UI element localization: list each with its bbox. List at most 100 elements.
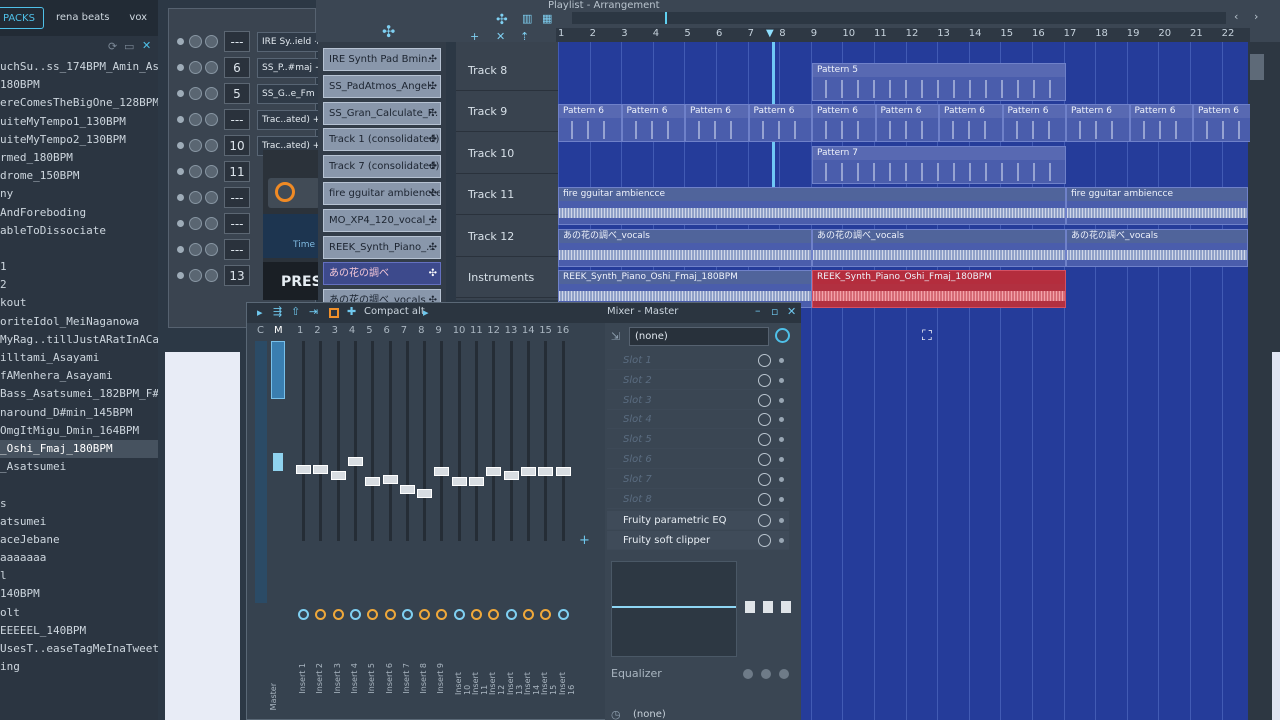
insert-pan-knob[interactable] [349,609,361,620]
browser-item[interactable]: MyRag..tillJustARatInACage_Asayami [0,331,158,349]
channel-led[interactable] [177,90,184,97]
tab-vox[interactable]: vox [121,7,155,29]
browser-item[interactable]: ny [0,185,158,203]
browser-item[interactable]: aaaaaaa [0,549,158,567]
mixer-insert-strip[interactable]: 11 Insert 11 [468,323,489,695]
mixer-insert-strip[interactable]: 5 Insert 5 [364,323,381,695]
track-header[interactable]: Instruments [456,257,558,298]
eq-fader-high[interactable] [781,601,791,613]
browser-item[interactable]: ableToDissociate [0,222,158,240]
browser-item[interactable] [0,476,158,494]
browser-item[interactable]: 2 [0,276,158,294]
scroll-left-icon[interactable]: ‹ [1234,10,1238,23]
mixer-insert-strip[interactable]: 10 Insert 10 [451,323,472,695]
mixer-track-number[interactable]: --- [224,31,250,52]
playlist-clip[interactable]: Pattern 6 [939,104,1003,142]
master-fader[interactable] [273,453,283,471]
browser-item[interactable]: s [0,495,158,513]
slot-enable-led[interactable] [779,377,784,383]
insert-fader[interactable] [382,475,398,484]
browser-item[interactable]: uiteMyTempo2_130BPM [0,131,158,149]
browser-item[interactable]: OmgItMigu_Dmin_164BPM [0,422,158,440]
insert-fader[interactable] [365,477,381,486]
insert-pan-knob[interactable] [453,609,465,620]
slot-mix-knob[interactable] [758,373,771,387]
timing-icon[interactable] [775,328,790,343]
pan-knob[interactable] [189,269,202,282]
playlist-clip[interactable]: Pattern 6 [1066,104,1130,142]
browser-item[interactable]: rmed_180BPM [0,149,158,167]
insert-fader[interactable] [555,467,571,476]
browser-item[interactable]: _Asatsumei [0,458,158,476]
playlist-clip[interactable]: Pattern 5 [812,63,1066,101]
channel-name-button[interactable]: Trac..ated) + [257,110,319,130]
insert-fader[interactable] [503,471,519,480]
channel-led[interactable] [177,142,184,149]
browser-item[interactable]: 180BPM [0,76,158,94]
playlist-clip[interactable]: Pattern 6 [875,104,939,142]
insert-pan-knob[interactable] [522,609,534,620]
playhead-marker-icon[interactable]: ▼ [766,28,774,39]
mixer-track-number[interactable]: 11 [224,161,250,182]
eq-graph[interactable] [611,561,737,657]
channel-row[interactable]: --- Trac..ated) + [169,107,319,133]
track-header[interactable]: Track 8 [456,50,558,91]
channel-led[interactable] [177,272,184,279]
effect-slot[interactable]: Slot 1 [607,351,789,370]
effect-slot[interactable]: Slot 8 [607,490,789,509]
paint-icon[interactable]: ▥ [522,12,532,25]
channel-led[interactable] [177,38,184,45]
slot-mix-knob[interactable] [758,413,771,427]
channel-name-button[interactable]: SS_P..#maj + [257,58,319,78]
playlist-clip[interactable]: あの花の調べ_vocals [1066,229,1248,267]
slot-mix-knob[interactable] [758,472,771,486]
insert-fader[interactable] [399,485,415,494]
layout-icon[interactable] [329,308,339,318]
send-icon[interactable]: ⇥ [309,305,318,318]
pan-knob[interactable] [189,243,202,256]
overview-scrollbar[interactable] [572,12,1226,24]
channel-row[interactable]: 5 SS_G..e_Fm + [169,81,319,107]
volume-knob[interactable] [205,243,218,256]
insert-fader[interactable] [330,471,346,480]
insert-pan-knob[interactable] [557,609,569,620]
channel-led[interactable] [177,194,184,201]
insert-fader[interactable] [417,489,433,498]
power-icon[interactable] [275,182,295,202]
insert-fader[interactable] [313,465,329,474]
browser-item[interactable]: olt [0,604,158,622]
mixer-insert-strip[interactable]: 1 Insert 1 [295,323,312,695]
mixer-track-number[interactable]: --- [224,109,250,130]
insert-pan-knob[interactable] [540,609,552,620]
slot-enable-led[interactable] [779,358,784,363]
insert-pan-knob[interactable] [384,609,396,620]
pan-knob[interactable] [189,35,202,48]
effect-mix-knob[interactable] [758,534,771,547]
pan-knob[interactable] [189,113,202,126]
track-header[interactable]: Track 11 [456,174,558,216]
track-header[interactable]: Track 12 [456,216,558,257]
effect-mix-knob[interactable] [758,514,771,527]
playlist-clip[interactable]: Pattern 6 [558,104,622,142]
volume-knob[interactable] [205,269,218,282]
mixer-track-number[interactable]: --- [224,213,250,234]
insert-fader[interactable] [347,457,363,466]
effect-slot[interactable]: Slot 3 [607,391,789,410]
refresh-icon[interactable]: ⟳ [108,40,117,53]
channel-row[interactable]: 6 SS_P..#maj + [169,55,319,81]
insert-pan-knob[interactable] [436,609,448,620]
browser-item[interactable]: naround_D#min_145BPM [0,404,158,422]
volume-knob[interactable] [205,139,218,152]
add-track-plus-icon[interactable]: + [579,533,590,548]
volume-knob[interactable] [205,87,218,100]
tab-rena-beats[interactable]: rena beats [48,7,117,29]
insert-pan-knob[interactable] [488,609,500,620]
mixer-track-number[interactable]: 6 [224,57,250,78]
playlist-clip[interactable]: fire gguitar ambiencce [558,187,1066,225]
playlist-clip[interactable]: あの花の調べ_vocals [812,229,1066,267]
eq-knob-2[interactable] [761,669,771,679]
channel-name-button[interactable]: IRE Sy..ield + [257,32,319,52]
mixer-track-number[interactable]: 13 [224,265,250,286]
browser-item[interactable] [0,240,158,258]
mixer-insert-strip[interactable]: 7 Insert 7 [399,323,416,695]
